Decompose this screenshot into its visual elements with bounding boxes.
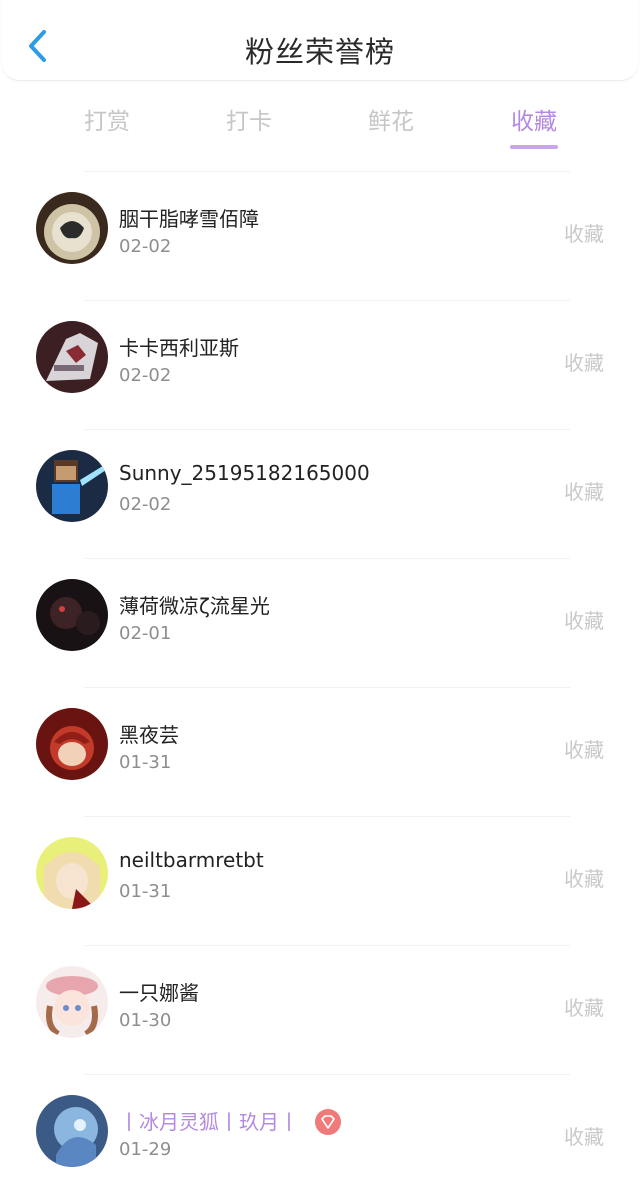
action-label: 收藏 [564, 480, 604, 504]
list-item[interactable]: 黑夜芸 01-31 收藏 [36, 687, 604, 816]
avatar[interactable] [36, 321, 108, 393]
avatar[interactable] [36, 708, 108, 780]
fan-date: 01-31 [119, 752, 172, 773]
fan-date: 02-02 [119, 236, 172, 257]
fan-date: 02-02 [119, 365, 172, 386]
tab-flowers[interactable]: 鲜花 [331, 102, 451, 136]
list-item[interactable]: 胭干脂哮雪佰障 02-02 收藏 [36, 171, 604, 300]
header-bar: 粉丝荣誉榜 [2, 0, 638, 81]
list-item[interactable]: 卡卡西利亚斯 02-02 收藏 [36, 300, 604, 429]
action-label: 收藏 [564, 738, 604, 762]
fan-date: 01-31 [119, 881, 172, 902]
action-label: 收藏 [564, 609, 604, 633]
fan-name: neiltbarmretbt [119, 848, 264, 872]
fan-name: 丨冰月灵狐丨玖月丨 [119, 1106, 341, 1137]
fan-name: 薄荷微凉ζ流星光 [119, 594, 270, 618]
active-tab-indicator [510, 145, 558, 149]
avatar[interactable] [36, 837, 108, 909]
action-label: 收藏 [564, 867, 604, 891]
fan-name: 卡卡西利亚斯 [119, 336, 239, 360]
fan-name: Sunny_25195182165000 [119, 461, 370, 485]
list-item[interactable]: Sunny_25195182165000 02-02 收藏 [36, 429, 604, 558]
fan-name: 一只娜酱 [119, 981, 199, 1005]
avatar[interactable] [36, 1095, 108, 1167]
action-label: 收藏 [564, 351, 604, 375]
avatar[interactable] [36, 579, 108, 651]
list-item[interactable]: neiltbarmretbt 01-31 收藏 [36, 816, 604, 945]
list-item[interactable]: 一只娜酱 01-30 收藏 [36, 945, 604, 1074]
tab-favorites[interactable]: 收藏 [474, 102, 594, 136]
tab-reward[interactable]: 打赏 [47, 102, 167, 136]
fan-date: 02-01 [119, 623, 172, 644]
action-label: 收藏 [564, 1125, 604, 1149]
list-item[interactable]: 丨冰月灵狐丨玖月丨 01-29 收藏 [36, 1074, 604, 1203]
fan-date: 01-30 [119, 1010, 172, 1031]
fan-name: 黑夜芸 [119, 723, 179, 747]
diamond-badge-icon [315, 1108, 341, 1135]
avatar[interactable] [36, 966, 108, 1038]
tab-checkin[interactable]: 打卡 [189, 102, 309, 136]
avatar[interactable] [36, 192, 108, 264]
avatar[interactable] [36, 450, 108, 522]
fan-list: 胭干脂哮雪佰障 02-02 收藏 卡卡西利亚斯 02-02 收藏 Sunny_2… [0, 171, 640, 1203]
fan-name-text: 丨冰月灵狐丨玖月丨 [119, 1110, 299, 1134]
fan-date: 01-29 [119, 1139, 172, 1160]
list-item[interactable]: 薄荷微凉ζ流星光 02-01 收藏 [36, 558, 604, 687]
tab-bar: 打赏 打卡 鲜花 收藏 [0, 96, 640, 152]
page-title: 粉丝荣誉榜 [244, 35, 395, 69]
action-label: 收藏 [564, 222, 604, 246]
action-label: 收藏 [564, 996, 604, 1020]
fan-name: 胭干脂哮雪佰障 [119, 207, 259, 231]
fan-date: 02-02 [119, 494, 172, 515]
